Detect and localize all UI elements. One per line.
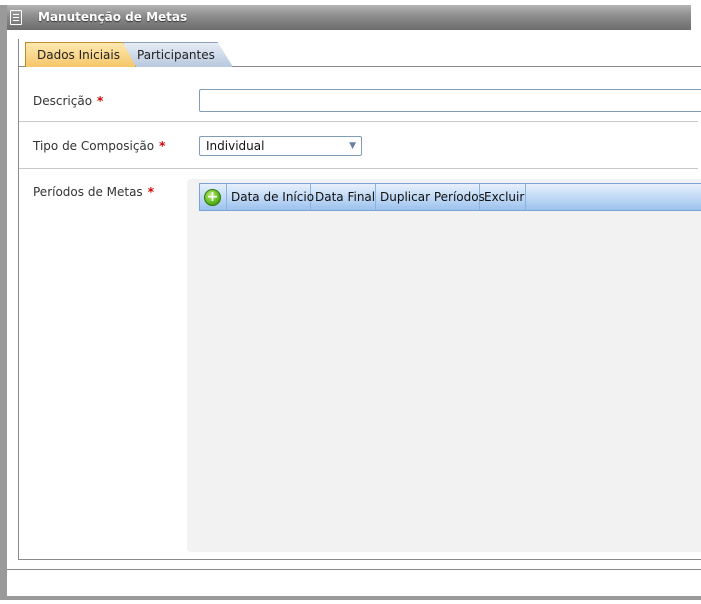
window: Manutenção de Metas Participantes Dados … [0, 5, 701, 600]
descricao-row: Descrição * [19, 79, 701, 122]
tipo-composicao-row: Tipo de Composição * Individual ▼ [19, 123, 698, 169]
required-marker: * [97, 94, 104, 108]
grid-header: + Data de Início Data Final Duplicar Per… [199, 183, 701, 211]
form-panel: Participantes Dados Iniciais Descrição * … [18, 39, 701, 560]
window-titlebar: Manutenção de Metas [7, 5, 691, 30]
tipo-composicao-label-text: Tipo de Composição [33, 139, 155, 153]
tab-participantes[interactable]: Participantes [123, 42, 233, 67]
periodos-label: Períodos de Metas * [33, 185, 154, 199]
tipo-composicao-label: Tipo de Composição * [33, 139, 165, 153]
periodos-grid: + Data de Início Data Final Duplicar Per… [187, 179, 701, 552]
add-period-button[interactable]: + [204, 189, 221, 206]
descricao-label: Descrição * [33, 94, 103, 108]
window-title: Manutenção de Metas [38, 10, 188, 24]
add-cell: + [200, 184, 227, 210]
required-marker: * [159, 139, 166, 153]
column-data-final[interactable]: Data Final [311, 184, 376, 210]
footer-divider [7, 569, 701, 570]
tab-dados-iniciais[interactable]: Dados Iniciais [25, 42, 136, 67]
column-duplicar-periodos[interactable]: Duplicar Períodos [376, 184, 485, 210]
descricao-input[interactable] [199, 89, 701, 112]
tab-strip: Participantes Dados Iniciais [19, 39, 701, 67]
column-data-inicio[interactable]: Data de Início [227, 184, 314, 210]
tipo-composicao-value: Individual [206, 139, 265, 153]
descricao-label-text: Descrição [33, 94, 93, 108]
periodos-label-text: Períodos de Metas [33, 185, 143, 199]
document-icon [10, 10, 22, 25]
required-marker: * [147, 185, 154, 199]
tipo-composicao-select[interactable]: Individual ▼ [199, 136, 362, 156]
column-excluir[interactable]: Excluir [480, 184, 526, 210]
chevron-down-icon[interactable]: ▼ [349, 137, 356, 155]
